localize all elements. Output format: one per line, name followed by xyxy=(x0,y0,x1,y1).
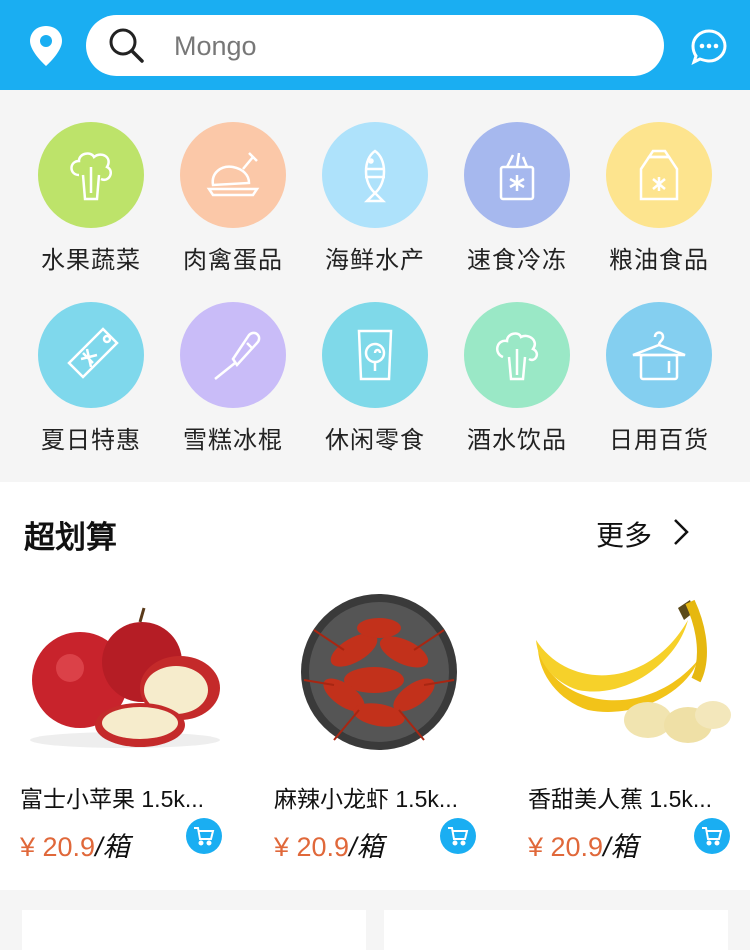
chat-bubble-icon[interactable] xyxy=(690,28,728,66)
fish-icon xyxy=(363,149,387,203)
promo-card[interactable] xyxy=(22,910,366,950)
product-name: 香甜美人蕉 1.5k... xyxy=(528,786,713,812)
product-card[interactable]: 麻辣小龙虾 1.5k... ¥ 20.9/箱 xyxy=(274,590,528,870)
vegetable-icon xyxy=(70,152,112,201)
price-unit: /箱 xyxy=(603,832,638,862)
category-fruit-vegetables[interactable]: 水果蔬菜 xyxy=(20,122,162,275)
apple-image xyxy=(30,607,220,748)
product-card[interactable]: 香甜美人蕉 1.5k... ¥ 20.9/箱 xyxy=(528,590,750,870)
cart-icon xyxy=(702,827,723,846)
banana-image xyxy=(536,599,731,743)
category-icon-circle xyxy=(606,302,712,408)
category-grain-oil[interactable]: 粮油食品 xyxy=(588,122,730,275)
price-value: ¥ 20.9 xyxy=(274,832,350,862)
search-icon xyxy=(109,28,144,63)
add-to-cart-button[interactable] xyxy=(694,818,730,854)
category-label: 水果蔬菜 xyxy=(41,247,141,274)
add-to-cart-button[interactable] xyxy=(440,818,476,854)
category-label: 休闲零食 xyxy=(325,427,425,454)
promo-card[interactable] xyxy=(384,910,728,950)
category-frozen-food[interactable]: 速食冷冻 xyxy=(446,122,588,275)
add-to-cart-button[interactable] xyxy=(186,818,222,854)
price-unit: /箱 xyxy=(95,832,130,862)
product-price: ¥ 20.9/箱 xyxy=(20,825,130,864)
candy-bag-icon xyxy=(357,329,393,381)
location-pin-icon[interactable] xyxy=(26,24,66,68)
cart-icon xyxy=(194,827,215,846)
category-icon-circle xyxy=(38,122,144,228)
category-meat-eggs[interactable]: 肉禽蛋品 xyxy=(162,122,304,275)
category-icon-circle xyxy=(322,302,428,408)
category-summer-deals[interactable]: 夏日特惠 xyxy=(20,302,162,455)
category-label: 雪糕冰棍 xyxy=(183,427,283,454)
category-seafood[interactable]: 海鲜水产 xyxy=(304,122,446,275)
price-unit: /箱 xyxy=(349,832,384,862)
more-link[interactable]: 更多 xyxy=(596,514,652,554)
top-bar xyxy=(0,0,750,90)
price-tag-icon xyxy=(67,327,119,379)
category-icon-circle xyxy=(464,302,570,408)
crayfish-image xyxy=(301,594,457,750)
frozen-food-icon xyxy=(499,152,535,201)
product-card[interactable]: 富士小苹果 1.5k... ¥ 20.9/箱 xyxy=(20,590,274,870)
category-label: 肉禽蛋品 xyxy=(183,247,283,274)
price-value: ¥ 20.9 xyxy=(528,832,604,862)
search-bar[interactable] xyxy=(86,15,664,76)
category-label: 酒水饮品 xyxy=(467,427,567,454)
category-label: 粮油食品 xyxy=(609,247,709,274)
category-label: 速食冷冻 xyxy=(467,247,567,274)
popsicle-icon xyxy=(214,331,261,380)
category-icon-circle xyxy=(180,302,286,408)
price-value: ¥ 20.9 xyxy=(20,832,96,862)
deals-section: 超划算 更多 富士小苹果 1.5k... ¥ 20.9/箱 麻辣小龙虾 1.5k… xyxy=(0,482,750,890)
category-drinks[interactable]: 酒水饮品 xyxy=(446,302,588,455)
product-price: ¥ 20.9/箱 xyxy=(528,825,638,864)
category-daily-goods[interactable]: 日用百货 xyxy=(588,302,730,455)
cart-icon xyxy=(448,827,469,846)
chevron-right-icon[interactable] xyxy=(672,517,690,547)
category-snacks[interactable]: 休闲零食 xyxy=(304,302,446,455)
product-name: 麻辣小龙虾 1.5k... xyxy=(274,786,459,812)
search-input[interactable] xyxy=(172,25,646,67)
category-label: 夏日特惠 xyxy=(41,427,141,454)
category-icon-circle xyxy=(464,122,570,228)
category-ice-cream[interactable]: 雪糕冰棍 xyxy=(162,302,304,455)
category-label: 日用百货 xyxy=(609,427,709,454)
section-title: 超划算 xyxy=(24,520,117,555)
hanger-icon xyxy=(632,331,686,381)
category-icon-circle xyxy=(606,122,712,228)
rice-bag-icon xyxy=(639,149,679,201)
category-icon-circle xyxy=(180,122,286,228)
category-icon-circle xyxy=(322,122,428,228)
cabbage-icon xyxy=(495,332,539,381)
category-label: 海鲜水产 xyxy=(325,247,425,274)
product-name: 富士小苹果 1.5k... xyxy=(20,786,205,812)
chicken-icon xyxy=(206,152,260,197)
category-grid: 水果蔬菜 肉禽蛋品 海鲜水产 速食冷冻 粮油食品 夏日特惠 雪糕冰棍 休闲零食 … xyxy=(0,90,750,480)
product-price: ¥ 20.9/箱 xyxy=(274,825,384,864)
category-icon-circle xyxy=(38,302,144,408)
